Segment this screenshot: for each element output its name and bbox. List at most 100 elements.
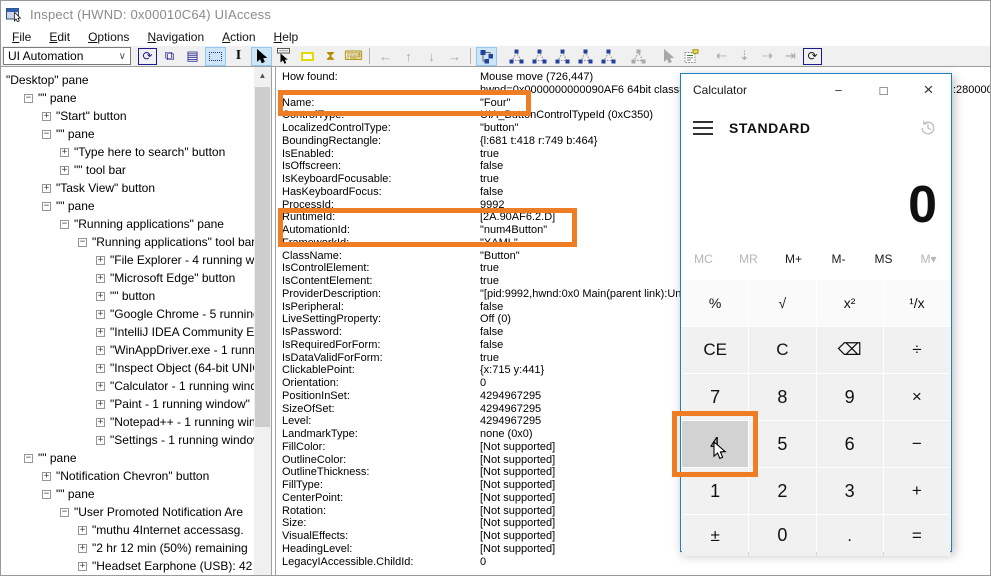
key-decimal[interactable]: .: [817, 515, 883, 556]
copy-icon[interactable]: ⧉: [159, 47, 180, 66]
ibeam-icon[interactable]: I: [228, 47, 249, 66]
hamburger-menu-icon[interactable]: [681, 121, 721, 135]
expand-icon[interactable]: +: [96, 364, 105, 373]
refresh-tree-icon[interactable]: ⟳: [803, 48, 822, 65]
collapse-icon[interactable]: −: [78, 238, 87, 247]
expand-icon[interactable]: +: [78, 544, 87, 553]
arrow-cursor-icon[interactable]: [251, 47, 272, 66]
refresh-icon[interactable]: ⟳: [138, 48, 157, 65]
keyboard-icon[interactable]: ⌨: [343, 47, 364, 66]
expand-icon[interactable]: +: [96, 256, 105, 265]
collapse-icon[interactable]: −: [24, 454, 33, 463]
highlight-rectangle-icon[interactable]: [297, 47, 318, 66]
tree-item[interactable]: +"IntelliJ IDEA Community Edi: [1, 323, 254, 341]
tree-item[interactable]: +"Task View" button: [1, 179, 254, 197]
tree-item[interactable]: +"2 hr 12 min (50%) remaining: [1, 539, 254, 557]
key-square[interactable]: x²: [817, 280, 883, 326]
expand-icon[interactable]: +: [78, 562, 87, 571]
key-nine[interactable]: 9: [817, 374, 883, 420]
tree-item[interactable]: −"" pane: [1, 89, 254, 107]
expand-icon[interactable]: +: [78, 526, 87, 535]
expand-icon[interactable]: +: [42, 472, 51, 481]
tree-item[interactable]: +"muthu 4Internet accessasg.: [1, 521, 254, 539]
expand-icon[interactable]: +: [42, 184, 51, 193]
expand-icon[interactable]: +: [96, 418, 105, 427]
tree-item[interactable]: +"Start" button: [1, 107, 254, 125]
tree-view-icon[interactable]: [476, 47, 497, 66]
menu-edit[interactable]: Edit: [40, 29, 79, 45]
key-seven[interactable]: 7: [682, 374, 748, 420]
collapse-icon[interactable]: −: [42, 202, 51, 211]
key-six[interactable]: 6: [817, 421, 883, 467]
expand-icon[interactable]: +: [96, 292, 105, 301]
first-child-icon[interactable]: [529, 47, 550, 66]
tree-scrollbar[interactable]: ▲: [254, 67, 271, 576]
tree-item[interactable]: −"Running applications" tool bar: [1, 233, 254, 251]
expand-icon[interactable]: +: [60, 166, 69, 175]
tree-item[interactable]: "Desktop" pane: [1, 71, 254, 89]
expand-icon[interactable]: +: [60, 148, 69, 157]
tree-item[interactable]: +"Settings - 1 running window: [1, 431, 254, 449]
expand-icon[interactable]: +: [96, 310, 105, 319]
scroll-up-icon[interactable]: ▲: [254, 67, 271, 84]
key-reciprocal[interactable]: ¹/x: [884, 280, 950, 326]
tree-item[interactable]: +"" button: [1, 287, 254, 305]
collapse-icon[interactable]: −: [42, 490, 51, 499]
selection-rectangle-icon[interactable]: [205, 47, 226, 66]
expand-icon[interactable]: +: [96, 382, 105, 391]
key-minus[interactable]: −: [884, 421, 950, 467]
tree-item[interactable]: +"Notepad++ - 1 running win: [1, 413, 254, 431]
expand-icon[interactable]: +: [96, 274, 105, 283]
minimize-button[interactable]: −: [816, 74, 861, 106]
memory-add-button[interactable]: M+: [771, 246, 816, 272]
key-zero[interactable]: 0: [749, 515, 815, 556]
tree-item[interactable]: −"" pane: [1, 449, 254, 467]
tree-item[interactable]: −"User Promoted Notification Are: [1, 503, 254, 521]
key-backspace[interactable]: ⌫: [817, 327, 883, 373]
tree-item[interactable]: +"" tool bar: [1, 161, 254, 179]
key-five[interactable]: 5: [749, 421, 815, 467]
properties-icon[interactable]: ▤: [182, 47, 203, 66]
tree-item[interactable]: +"Calculator - 1 running windo: [1, 377, 254, 395]
tree-item[interactable]: +"Headset Earphone (USB): 42: [1, 557, 254, 575]
tree-item[interactable]: −"Running applications" pane: [1, 215, 254, 233]
expand-icon[interactable]: +: [42, 112, 51, 121]
last-child-icon[interactable]: [598, 47, 619, 66]
expand-icon[interactable]: +: [96, 328, 105, 337]
collapse-icon[interactable]: −: [60, 220, 69, 229]
menu-file[interactable]: File: [3, 29, 40, 45]
menu-options[interactable]: Options: [79, 29, 138, 45]
menu-help[interactable]: Help: [265, 29, 308, 45]
mode-select[interactable]: UI Automation ∨: [3, 47, 131, 65]
parent-element-icon[interactable]: [506, 47, 527, 66]
history-icon[interactable]: [919, 119, 937, 137]
key-divide[interactable]: ÷: [884, 327, 950, 373]
tree-item[interactable]: +"Type here to search" button: [1, 143, 254, 161]
expand-icon[interactable]: +: [96, 400, 105, 409]
key-eight[interactable]: 8: [749, 374, 815, 420]
menu-action[interactable]: Action: [213, 29, 264, 45]
cursor-menu-icon[interactable]: [274, 47, 295, 66]
key-multiply[interactable]: ×: [884, 374, 950, 420]
expand-icon[interactable]: +: [96, 436, 105, 445]
tree-item[interactable]: +"Microsoft Edge" button: [1, 269, 254, 287]
key-clear[interactable]: C: [749, 327, 815, 373]
tree-item[interactable]: +"File Explorer - 4 running win: [1, 251, 254, 269]
tree-item[interactable]: +"Google Chrome - 5 running: [1, 305, 254, 323]
tree-item[interactable]: −"" pane: [1, 125, 254, 143]
key-percent[interactable]: %: [682, 280, 748, 326]
close-button[interactable]: ×: [906, 74, 951, 106]
hourglass-icon[interactable]: ⧗: [320, 47, 341, 66]
tree-item[interactable]: +"WinAppDriver.exe - 1 runnin: [1, 341, 254, 359]
key-clear-entry[interactable]: CE: [682, 327, 748, 373]
collapse-icon[interactable]: −: [60, 508, 69, 517]
menu-navigation[interactable]: Navigation: [138, 29, 213, 45]
key-square-root[interactable]: √: [749, 280, 815, 326]
tree-item[interactable]: −"" pane: [1, 485, 254, 503]
collapse-icon[interactable]: −: [42, 130, 51, 139]
key-plus[interactable]: +: [884, 468, 950, 514]
key-two[interactable]: 2: [749, 468, 815, 514]
expand-icon[interactable]: +: [96, 346, 105, 355]
key-negate[interactable]: ±: [682, 515, 748, 556]
tree-item[interactable]: +"Inspect Object (64-bit UNIC: [1, 359, 254, 377]
